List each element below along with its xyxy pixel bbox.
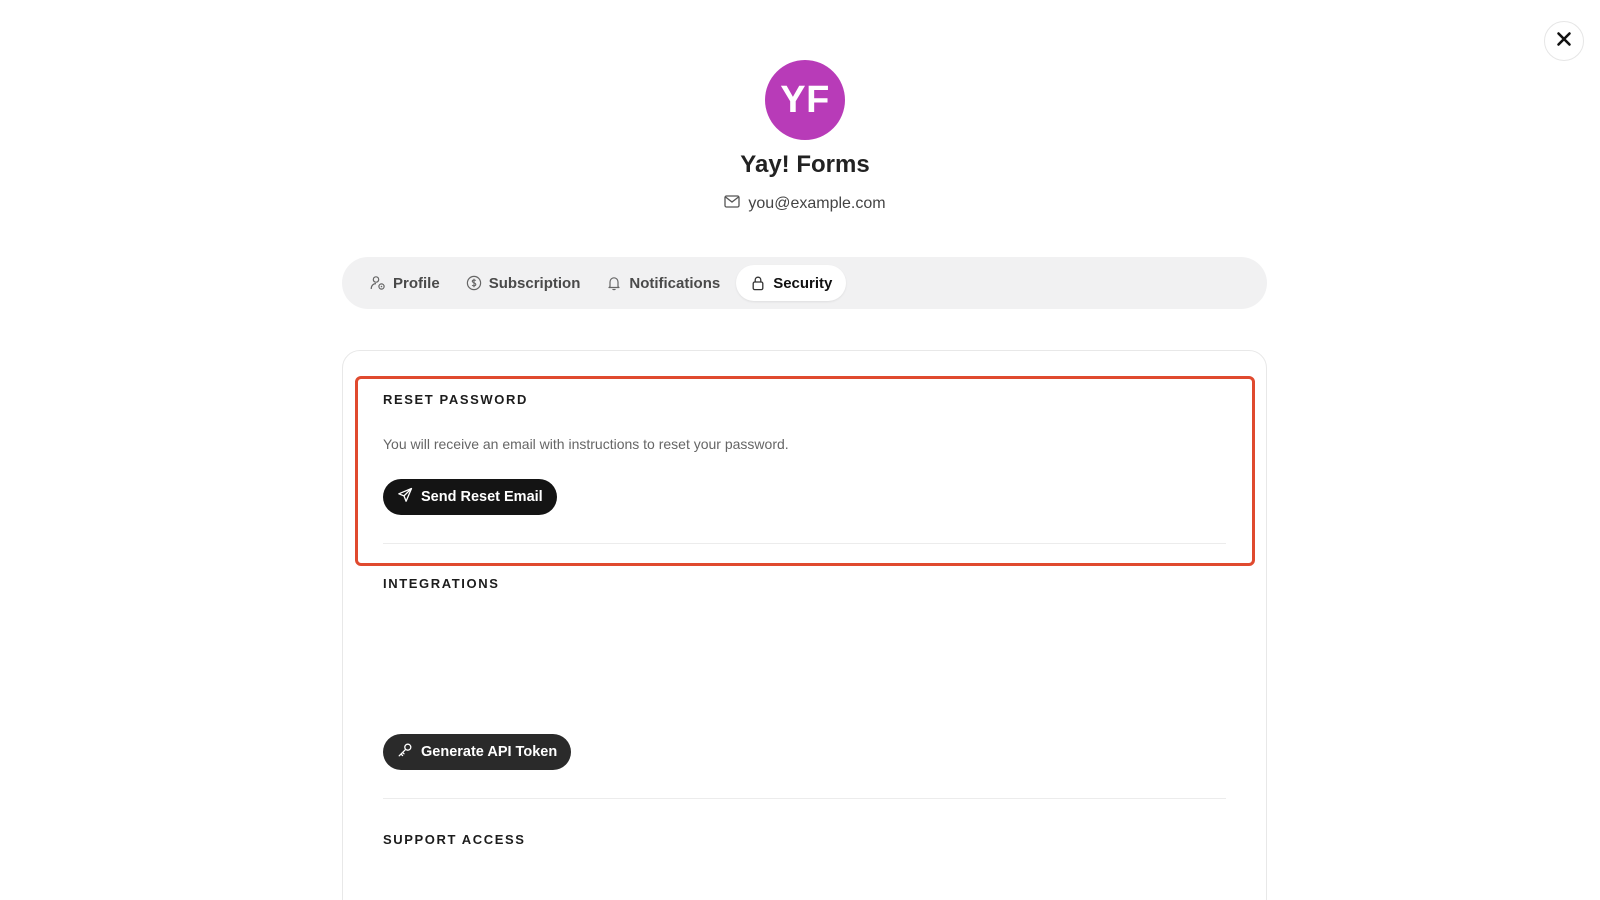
- tab-subscription-label: Subscription: [488, 274, 581, 292]
- generate-api-token-label: Generate API Token: [421, 744, 558, 760]
- security-settings-page: YF Yay! Forms you@example.com Profile Su…: [0, 0, 1600, 900]
- send-icon: [397, 487, 413, 507]
- user-settings-icon: [370, 275, 386, 291]
- close-icon: [1556, 31, 1572, 52]
- reset-password-title: RESET PASSWORD: [383, 392, 528, 407]
- divider: [383, 798, 1226, 799]
- support-access-title: SUPPORT ACCESS: [383, 832, 526, 847]
- avatar: YF: [765, 60, 845, 140]
- integrations-title: INTEGRATIONS: [383, 576, 500, 591]
- tab-security-label: Security: [773, 274, 833, 292]
- settings-tabs: Profile Subscription Notifications Secur…: [342, 257, 1267, 309]
- mail-icon: [724, 195, 741, 213]
- send-reset-email-label: Send Reset Email: [421, 489, 543, 505]
- email-text: you@example.com: [748, 195, 886, 212]
- generate-api-token-button[interactable]: Generate API Token: [383, 734, 572, 770]
- dollar-circle-icon: [466, 275, 482, 291]
- tab-profile-label: Profile: [393, 274, 440, 292]
- lock-icon: [750, 275, 766, 291]
- tab-subscription[interactable]: Subscription: [456, 265, 591, 301]
- email-row: you@example.com: [0, 195, 1600, 213]
- tab-security[interactable]: Security: [736, 265, 847, 301]
- bell-icon: [606, 275, 622, 291]
- reset-password-description: You will receive an email with instructi…: [383, 436, 789, 452]
- tab-profile[interactable]: Profile: [360, 265, 450, 301]
- key-icon: [397, 742, 413, 762]
- security-card: [342, 350, 1267, 900]
- send-reset-email-button[interactable]: Send Reset Email: [383, 479, 557, 515]
- divider: [383, 543, 1226, 544]
- tab-notifications[interactable]: Notifications: [596, 265, 730, 301]
- close-button[interactable]: [1544, 21, 1584, 61]
- avatar-initials: YF: [780, 78, 830, 121]
- tab-notifications-label: Notifications: [629, 274, 721, 292]
- org-name: Yay! Forms: [740, 151, 870, 178]
